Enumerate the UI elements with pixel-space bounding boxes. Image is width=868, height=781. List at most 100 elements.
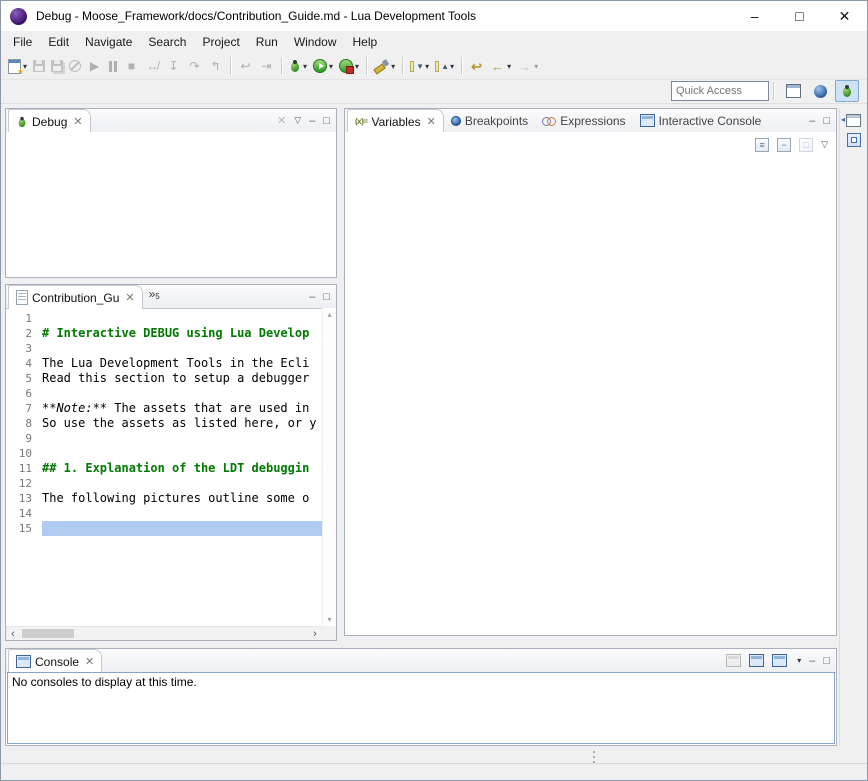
title-bar[interactable]: Debug - Moose_Framework/docs/Contributio…	[1, 1, 867, 31]
line-number[interactable]: 7	[6, 401, 42, 416]
menu-window[interactable]: Window	[286, 33, 345, 51]
scrollbar-track[interactable]	[20, 627, 308, 640]
editor-line[interactable]: 11## 1. Explanation of the LDT debuggin	[6, 461, 322, 476]
search-button[interactable]: ▾	[372, 55, 397, 77]
line-number[interactable]: 9	[6, 431, 42, 446]
debug-button[interactable]: ▾	[287, 55, 309, 77]
line-number[interactable]: 12	[6, 476, 42, 491]
editor-line[interactable]: 2# Interactive DEBUG using Lua Develop	[6, 326, 322, 341]
line-number[interactable]: 1	[6, 311, 42, 326]
maximize-view-icon[interactable]: □	[823, 655, 830, 667]
chevron-down-icon[interactable]: ▾	[355, 62, 359, 71]
menu-help[interactable]: Help	[345, 33, 386, 51]
close-icon[interactable]: ✕	[73, 115, 82, 128]
chevron-down-icon[interactable]: ▾	[303, 62, 307, 71]
next-annotation-button[interactable]: ▾	[408, 55, 431, 77]
line-number[interactable]: 5	[6, 371, 42, 386]
menu-project[interactable]: Project	[194, 33, 247, 51]
external-tools-button[interactable]: ▾	[337, 55, 361, 77]
line-number[interactable]: 8	[6, 416, 42, 431]
editor-line[interactable]: 12	[6, 476, 322, 491]
editor-line[interactable]: 3	[6, 341, 322, 356]
menu-navigate[interactable]: Navigate	[77, 33, 140, 51]
line-number[interactable]: 4	[6, 356, 42, 371]
show-logical-structure-icon[interactable]: ≡	[755, 138, 769, 152]
menu-file[interactable]: File	[5, 33, 40, 51]
minimize-button[interactable]: –	[732, 1, 777, 31]
view-menu-icon[interactable]: ▽	[821, 139, 828, 150]
chevron-down-icon[interactable]: ▾	[425, 62, 429, 71]
editor-line[interactable]: 10	[6, 446, 322, 461]
editor-line[interactable]: 4The Lua Development Tools in the Ecli	[6, 356, 322, 371]
sash-handle[interactable]	[593, 751, 596, 763]
editor-line[interactable]: 6	[6, 386, 322, 401]
open-console-icon[interactable]	[749, 654, 764, 667]
debug-view-content[interactable]	[6, 132, 336, 277]
tab-contribution-guide[interactable]: Contribution_Gu ✕	[8, 285, 143, 309]
editor-line[interactable]: 13The following pictures outline some o	[6, 491, 322, 506]
maximize-view-icon[interactable]: □	[323, 291, 330, 303]
new-wizard-button[interactable]: ▾	[6, 55, 29, 77]
line-number[interactable]: 14	[6, 506, 42, 521]
close-icon[interactable]: ✕	[427, 115, 436, 128]
line-number[interactable]: 6	[6, 386, 42, 401]
line-number[interactable]: 11	[6, 461, 42, 476]
minimize-view-icon[interactable]: –	[309, 291, 315, 303]
editor-line[interactable]: 5Read this section to setup a debugger	[6, 371, 322, 386]
restore-view-icon[interactable]	[846, 114, 861, 127]
editor-line[interactable]: 1	[6, 311, 322, 326]
collapse-all-icon[interactable]: −	[777, 138, 791, 152]
line-number[interactable]: 15	[6, 521, 42, 536]
chevron-down-icon[interactable]: ▾	[329, 62, 333, 71]
editor-line[interactable]: 7**Note:** The assets that are used in	[6, 401, 322, 416]
minimize-view-icon[interactable]: –	[809, 655, 815, 667]
tab-variables[interactable]: (x)= Variables ✕	[347, 109, 444, 133]
editor-line-current[interactable]: 15	[6, 521, 322, 536]
tab-console[interactable]: Console ✕	[8, 649, 102, 673]
line-number[interactable]: 2	[6, 326, 42, 341]
variables-content[interactable]	[345, 157, 836, 635]
scroll-down-icon[interactable]: ▾	[327, 615, 331, 624]
run-button[interactable]: ▾	[311, 55, 335, 77]
chevron-down-icon[interactable]: ▾	[797, 656, 801, 665]
menu-run[interactable]: Run	[248, 33, 286, 51]
line-number[interactable]: 3	[6, 341, 42, 356]
vertical-scrollbar[interactable]: ▴ ▾	[322, 308, 336, 626]
line-number[interactable]: 10	[6, 446, 42, 461]
last-edit-location-button[interactable]: ↩	[467, 55, 486, 77]
close-icon[interactable]: ✕	[125, 291, 134, 304]
debug-perspective-button[interactable]	[835, 80, 859, 102]
maximize-view-icon[interactable]: □	[823, 115, 830, 127]
new-console-icon[interactable]	[772, 654, 787, 667]
quick-access-input[interactable]	[671, 81, 769, 101]
minimize-view-icon[interactable]: –	[309, 115, 315, 127]
editor-line[interactable]: 9	[6, 431, 322, 446]
tab-debug[interactable]: Debug ✕	[8, 109, 91, 133]
close-icon[interactable]: ✕	[85, 655, 94, 668]
chevron-down-icon[interactable]: ▾	[391, 62, 395, 71]
scroll-right-icon[interactable]: ›	[308, 628, 322, 640]
scrollbar-thumb[interactable]	[22, 629, 74, 638]
menu-edit[interactable]: Edit	[40, 33, 77, 51]
close-button[interactable]: ✕	[822, 1, 867, 31]
lua-perspective-button[interactable]	[808, 80, 832, 102]
horizontal-scrollbar[interactable]: ‹ ›	[6, 626, 322, 640]
open-perspective-button[interactable]	[781, 80, 805, 102]
code-area[interactable]: 1 2# Interactive DEBUG using Lua Develop…	[6, 308, 322, 626]
minimize-view-icon[interactable]: –	[809, 115, 815, 127]
console-output[interactable]: No consoles to display at this time.	[7, 672, 835, 744]
previous-annotation-button[interactable]: ▾	[433, 55, 456, 77]
scroll-up-icon[interactable]: ▴	[327, 310, 331, 319]
maximize-button[interactable]: □	[777, 1, 822, 31]
editor-content[interactable]: 1 2# Interactive DEBUG using Lua Develop…	[6, 308, 336, 640]
back-button[interactable]: ←▾	[488, 55, 513, 77]
line-number[interactable]: 13	[6, 491, 42, 506]
editor-line[interactable]: 8So use the assets as listed here, or y	[6, 416, 322, 431]
chevron-down-icon[interactable]: ▾	[450, 62, 454, 71]
scroll-left-icon[interactable]: ‹	[6, 628, 20, 640]
minimized-view-icon[interactable]	[847, 133, 861, 147]
editor-line[interactable]: 14	[6, 506, 322, 521]
view-menu-icon[interactable]: ▽	[294, 115, 301, 126]
chevron-down-icon[interactable]: ▾	[507, 62, 511, 71]
tab-interactive-console[interactable]: Interactive Console	[633, 109, 769, 132]
